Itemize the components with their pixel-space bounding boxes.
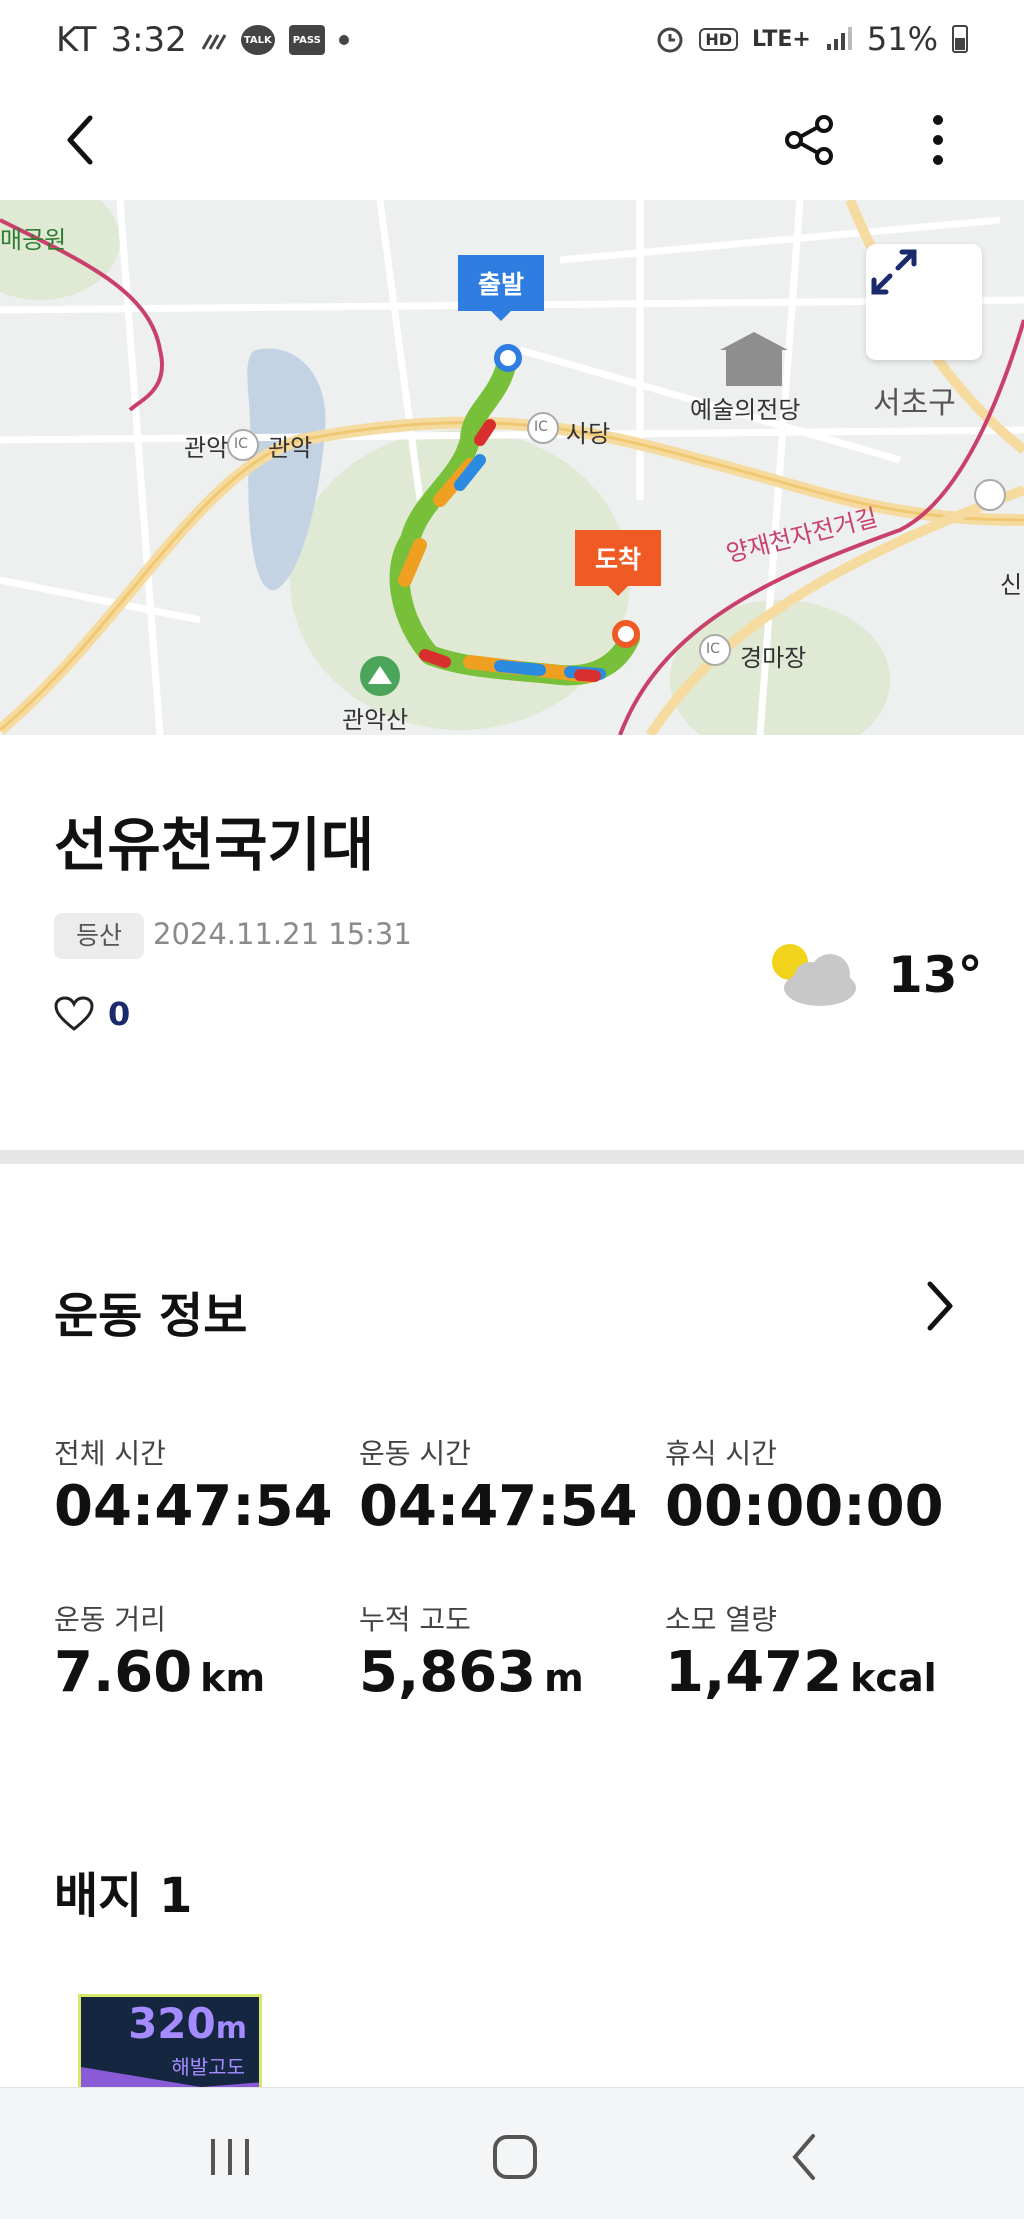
- notification-dot-icon: [338, 35, 349, 45]
- back-icon: [792, 2134, 815, 2180]
- stat-label-rest-time: 휴식 시간: [665, 1437, 777, 1470]
- map-label: 예술의전당: [690, 396, 801, 424]
- stat-label-total-time: 전체 시간: [54, 1437, 166, 1470]
- stat-label-calories: 소모 열량: [665, 1603, 777, 1636]
- map-label: 서초구: [873, 386, 956, 421]
- app-bar: [0, 80, 1024, 200]
- map-label: 사당: [566, 420, 611, 448]
- stat-value-rest-time: 00:00:00: [665, 1474, 944, 1539]
- heart-icon: [54, 996, 94, 1031]
- stat-unit: m: [544, 1656, 584, 1700]
- stat-label-elevation: 누적 고도: [359, 1603, 471, 1636]
- home-button[interactable]: [465, 2122, 565, 2192]
- exercise-info-title: 운동 정보: [54, 1288, 248, 1344]
- system-back-button[interactable]: [755, 2122, 855, 2192]
- chevron-left-icon: [67, 115, 93, 165]
- partly-cloudy-icon: [768, 938, 864, 1010]
- section-divider: [0, 1150, 1024, 1164]
- stat-label-distance: 운동 거리: [54, 1603, 166, 1636]
- badge-card[interactable]: 320m 해발고도: [78, 1994, 262, 2094]
- exercise-detail-button[interactable]: [910, 1273, 970, 1339]
- badge-altitude: 320m: [128, 1999, 247, 2048]
- share-button[interactable]: [774, 104, 846, 176]
- map-label: 관악: [268, 434, 313, 462]
- map-label: 경마장: [740, 644, 807, 672]
- stat-value-total-time: 04:47:54: [54, 1474, 333, 1539]
- stat-value-calories: 1,472 kcal: [665, 1640, 937, 1705]
- pass-app-icon: PASS: [288, 25, 325, 55]
- network-type: LTE+: [752, 26, 811, 52]
- likes-count: 0: [108, 995, 131, 1033]
- chevron-right-icon: [927, 1281, 953, 1331]
- route-map[interactable]: IC IC IC 매공원 관악 관악 사당 예술의전당 서초구 양재천자전거길 …: [0, 200, 1024, 735]
- stat-unit: kcal: [850, 1656, 937, 1700]
- talk-app-icon: TALK: [240, 25, 275, 55]
- battery-percent: 51%: [866, 20, 938, 58]
- badge-caption: 해발고도: [171, 2055, 245, 2079]
- carrier-label: KT: [56, 20, 97, 60]
- ic-label: IC: [234, 436, 248, 452]
- end-marker[interactable]: 도착: [575, 530, 662, 596]
- stat-value-elevation: 5,863 m: [359, 1640, 584, 1705]
- ic-label: IC: [534, 419, 548, 435]
- map-label: 신: [1000, 571, 1023, 599]
- record-datetime: 2024.11.21 15:31: [153, 917, 412, 951]
- clock: 3:32: [110, 20, 187, 60]
- badges-title: 배지 1: [54, 1868, 193, 1924]
- start-marker[interactable]: 출발: [458, 255, 545, 321]
- stat-value-exercise-time: 04:47:54: [359, 1474, 638, 1539]
- record-title: 선유천국기대: [54, 811, 375, 879]
- hd-voice-icon: HD: [699, 27, 739, 51]
- alarm-icon: [655, 24, 685, 54]
- battery-icon: [952, 25, 968, 53]
- recent-apps-button[interactable]: [180, 2122, 280, 2192]
- stat-value-distance: 7.60 km: [54, 1640, 266, 1705]
- temperature: 13°: [888, 946, 983, 1004]
- ic-label: IC: [706, 641, 720, 657]
- home-icon: [493, 2135, 537, 2179]
- share-icon: [785, 115, 833, 165]
- stat-label-exercise-time: 운동 시간: [359, 1437, 471, 1470]
- like-button[interactable]: 0: [54, 995, 130, 1033]
- expand-map-button[interactable]: [866, 244, 982, 360]
- map-label: 관악산: [342, 706, 409, 734]
- recent-apps-icon: [211, 2139, 249, 2175]
- more-vert-icon: [933, 115, 943, 165]
- expand-icon: [871, 249, 917, 295]
- activity-tag: 등산: [54, 913, 145, 959]
- map-label: 매공원: [0, 226, 67, 254]
- back-button[interactable]: [44, 104, 116, 176]
- cell-signal-icon: [825, 26, 853, 52]
- stat-unit: km: [200, 1656, 266, 1700]
- more-options-button[interactable]: [902, 104, 974, 176]
- signal-strength-icon: [201, 29, 227, 51]
- system-nav-bar: [0, 2087, 1024, 2219]
- status-bar: KT 3:32 TALK PASS HD LTE+ 51%: [0, 0, 1024, 80]
- map-label: 관악: [184, 434, 229, 462]
